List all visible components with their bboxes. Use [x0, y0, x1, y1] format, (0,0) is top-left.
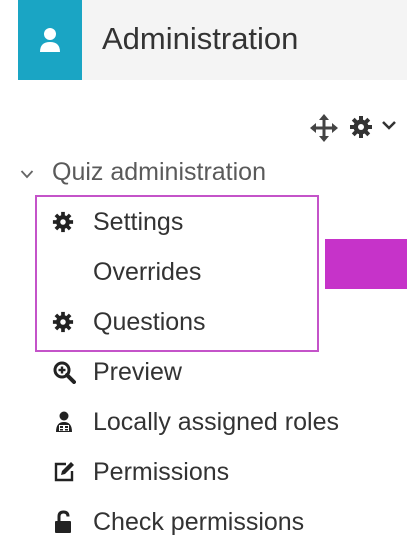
tree-item-label: Settings — [93, 207, 184, 236]
chevron-down-icon[interactable] — [20, 158, 40, 187]
unlock-icon — [52, 510, 82, 534]
chevron-down-icon[interactable] — [381, 113, 397, 143]
gear-icon[interactable] — [349, 115, 373, 144]
tree-item-label: Permissions — [93, 457, 230, 486]
tree-item-questions[interactable]: Questions — [52, 305, 206, 339]
tree-item-locally-assigned-roles[interactable]: Locally assigned roles — [52, 405, 339, 439]
tree-item-label: Locally assigned roles — [93, 407, 339, 436]
magnifier-plus-icon — [52, 360, 82, 384]
tree-root-label: Quiz administration — [52, 157, 266, 186]
highlight-bar — [325, 239, 407, 289]
user-icon — [18, 0, 82, 80]
gear-icon — [52, 310, 82, 334]
tree-item-label: Preview — [93, 357, 182, 386]
gear-icon — [52, 210, 82, 234]
tree-item-settings[interactable]: Settings — [52, 205, 183, 239]
tree-item-label: Questions — [93, 307, 206, 336]
tree-item-preview[interactable]: Preview — [52, 355, 182, 389]
tree-item-overrides[interactable]: Overrides — [52, 255, 201, 289]
block-title: Administration — [102, 21, 299, 56]
user-roles-icon — [52, 410, 82, 434]
tree-item-label: Check permissions — [93, 507, 305, 536]
tree-item-permissions[interactable]: Permissions — [52, 455, 229, 489]
block-header: Administration — [18, 0, 407, 80]
tree-item-check-permissions[interactable]: Check permissions — [52, 505, 304, 539]
move-icon[interactable] — [309, 113, 339, 148]
tree-node-quiz-administration[interactable]: Quiz administration — [20, 155, 266, 189]
tree-item-label: Overrides — [93, 257, 202, 286]
edit-icon — [52, 460, 82, 484]
block-controls — [297, 113, 407, 144]
